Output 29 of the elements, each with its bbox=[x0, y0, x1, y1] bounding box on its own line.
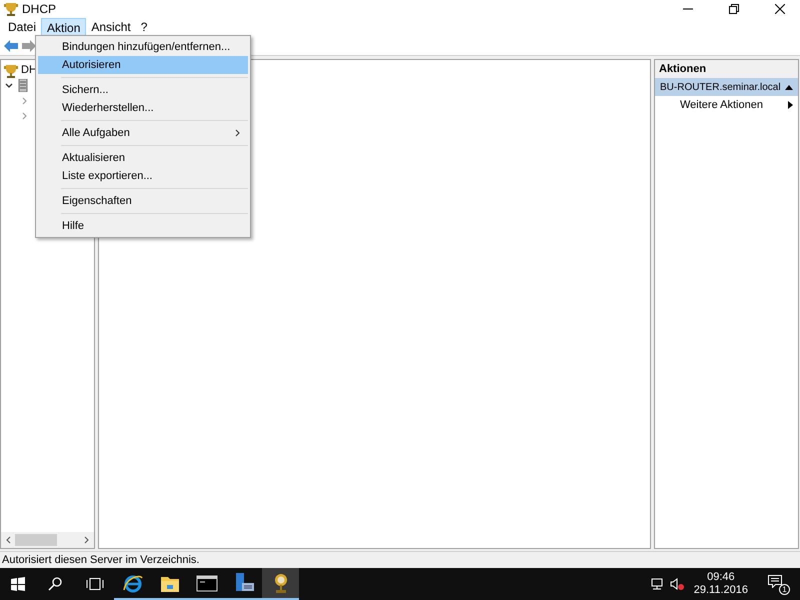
menu-item[interactable]: ? bbox=[136, 18, 152, 36]
menu-label: Eigenschaften bbox=[62, 194, 132, 209]
menu-item[interactable]: Aktion bbox=[41, 18, 86, 36]
menu-label: Alle Aufgaben bbox=[62, 126, 130, 141]
clock-date[interactable]: 29.11.2016 bbox=[694, 584, 748, 597]
menu-label: Aktualisieren bbox=[62, 151, 125, 166]
window-title: DHCP bbox=[22, 1, 56, 18]
menu-item[interactable]: Autorisieren bbox=[38, 56, 248, 74]
menu-item[interactable]: Hilfe bbox=[38, 217, 248, 235]
group-label: BU-ROUTER.seminar.local bbox=[660, 80, 781, 94]
menu-label: Sichern... bbox=[62, 83, 108, 98]
menu-label: Autorisieren bbox=[62, 58, 121, 73]
menu-label: Hilfe bbox=[62, 219, 84, 234]
menu-item[interactable]: Wiederherstellen... bbox=[38, 99, 248, 117]
action-link[interactable]: Weitere Aktionen bbox=[680, 96, 763, 114]
menu-item[interactable]: Ansicht bbox=[86, 18, 136, 36]
clock-time[interactable]: 09:46 bbox=[707, 571, 735, 584]
menu-item[interactable]: Alle Aufgaben bbox=[38, 124, 248, 142]
action-group-header[interactable]: BU-ROUTER.seminar.local bbox=[655, 78, 798, 96]
menu-item[interactable]: Liste exportieren... bbox=[38, 167, 248, 185]
menu-label: Wiederherstellen... bbox=[62, 101, 154, 116]
pane-title: Aktionen bbox=[655, 60, 798, 78]
menu-label: Bindungen hinzufügen/entfernen... bbox=[62, 40, 230, 55]
menu-item[interactable]: Datei bbox=[3, 18, 42, 36]
menu-item[interactable]: Sichern... bbox=[38, 81, 248, 99]
notification-count: 1 bbox=[779, 584, 790, 595]
menu-item[interactable]: Aktualisieren bbox=[38, 149, 248, 167]
menu-label: Liste exportieren... bbox=[62, 169, 152, 184]
menu-item[interactable]: Eigenschaften bbox=[38, 192, 248, 210]
